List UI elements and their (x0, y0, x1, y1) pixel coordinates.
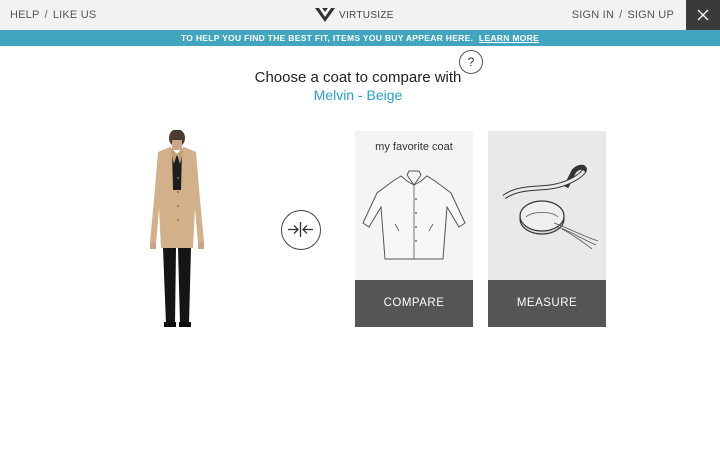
favorite-coat-card[interactable]: my favorite coat COMPARE (355, 131, 473, 327)
help-link[interactable]: HELP (10, 9, 40, 21)
coat-outline-icon (362, 170, 466, 260)
info-banner: TO HELP YOU FIND THE BEST FIT, ITEMS YOU… (0, 30, 720, 46)
link-separator: / (44, 9, 48, 21)
top-bar: HELP / LIKE US VIRTUSIZE SIGN IN / SIGN UP (0, 0, 720, 30)
page-title: Choose a coat to compare with (254, 69, 462, 86)
virtusize-logo-icon (315, 8, 335, 22)
measuring-tape-icon (502, 164, 599, 250)
like-us-link[interactable]: LIKE US (53, 9, 97, 21)
brand-logo: VIRTUSIZE (314, 6, 394, 24)
compare-arrows-icon (281, 210, 321, 250)
close-button[interactable] (686, 0, 720, 30)
product-name-link[interactable]: Melvin - Beige (0, 87, 716, 103)
top-right-links: SIGN IN / SIGN UP (572, 9, 674, 21)
help-button[interactable]: ? (459, 50, 483, 74)
sign-up-link[interactable]: SIGN UP (627, 9, 674, 21)
product-model-image (150, 130, 204, 327)
compare-button[interactable]: COMPARE (355, 280, 473, 327)
top-left-links: HELP / LIKE US (10, 9, 96, 21)
sign-in-link[interactable]: SIGN IN (572, 9, 614, 21)
learn-more-link[interactable]: LEARN MORE (479, 33, 539, 43)
banner-text: TO HELP YOU FIND THE BEST FIT, ITEMS YOU… (180, 33, 474, 43)
link-separator: / (619, 9, 623, 21)
measure-button[interactable]: MEASURE (488, 280, 606, 327)
brand-name: VIRTUSIZE (339, 9, 394, 21)
measure-card[interactable]: MEASURE (488, 131, 606, 327)
close-icon (697, 9, 709, 21)
